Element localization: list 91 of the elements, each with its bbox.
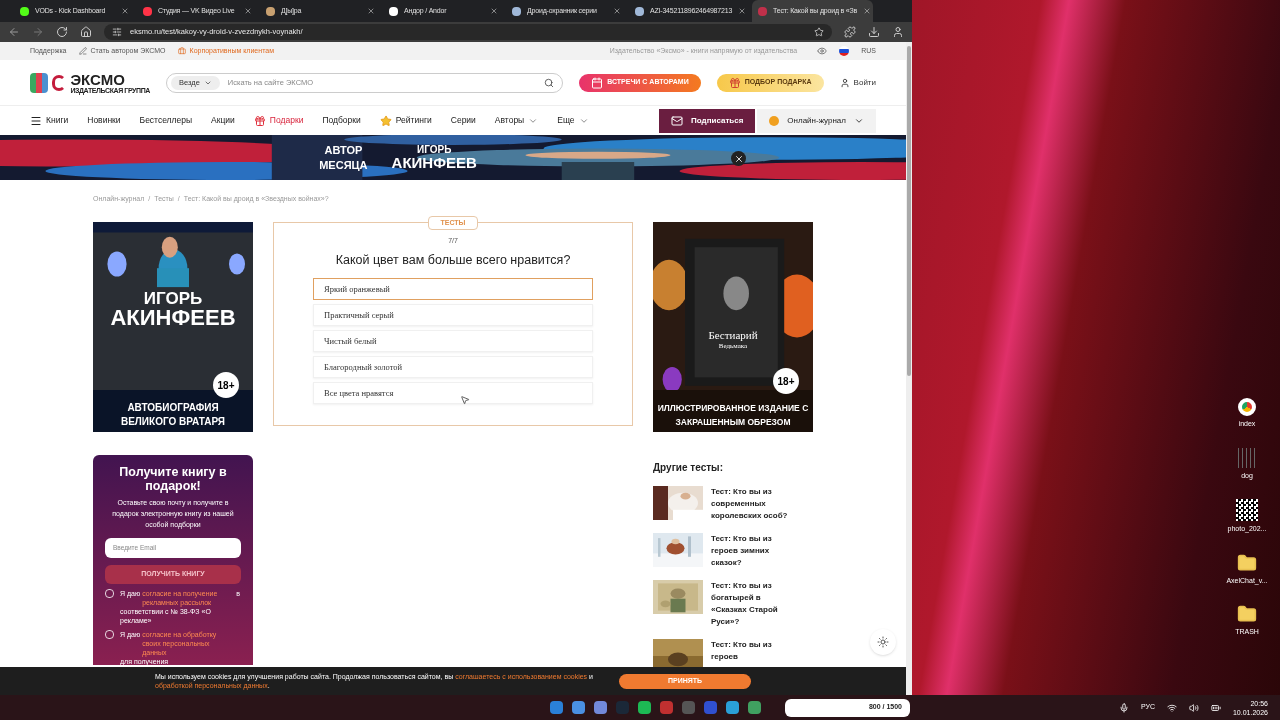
folder-icon bbox=[1236, 552, 1258, 573]
author-banner[interactable]: АВТОР МЕСЯЦА ИГОРЬ АКИНФЕЕВ bbox=[0, 135, 906, 180]
banner-name: АКИНФЕЕВ bbox=[391, 155, 477, 170]
nav-link[interactable]: Серии bbox=[450, 114, 476, 127]
microphone-icon[interactable] bbox=[1118, 702, 1129, 713]
close-icon[interactable] bbox=[613, 7, 621, 15]
flag-icon bbox=[839, 46, 850, 56]
reload-icon[interactable] bbox=[56, 26, 68, 38]
test-link[interactable]: Тест: Кто вы из героев зимних сказок? bbox=[653, 533, 813, 569]
nav-link[interactable]: Подборки bbox=[322, 114, 361, 127]
promo-title: Получите книгу в подарок! bbox=[118, 465, 228, 493]
gift-icon bbox=[253, 114, 266, 127]
calendar-icon bbox=[591, 76, 604, 89]
theme-button[interactable] bbox=[870, 629, 896, 655]
logo-text: ЭКСМО bbox=[70, 71, 126, 87]
wifi-icon[interactable] bbox=[1166, 702, 1177, 713]
search-icon[interactable] bbox=[544, 77, 555, 88]
section-title: Другие тесты: bbox=[653, 461, 724, 475]
chrome-icon bbox=[1238, 398, 1256, 416]
qr-code-icon bbox=[1236, 499, 1258, 521]
books-logo-icon bbox=[30, 72, 48, 93]
gift-icon bbox=[728, 76, 741, 89]
answer-option[interactable]: Практичный серый bbox=[313, 304, 593, 327]
journal-icon bbox=[769, 115, 780, 126]
test-title: Тест: Кто вы из героев bbox=[711, 639, 773, 663]
nav-link[interactable]: Книги bbox=[30, 114, 69, 127]
pen-icon bbox=[78, 47, 87, 55]
banner-text: МЕСЯЦА bbox=[319, 159, 368, 171]
app-icon[interactable] bbox=[726, 701, 739, 714]
app-icon[interactable] bbox=[550, 701, 563, 714]
user-icon bbox=[839, 77, 850, 88]
test-title: Тест: Кто вы из героев зимних сказок? bbox=[711, 533, 773, 569]
cover-title: Бестиарий bbox=[708, 330, 758, 341]
close-icon[interactable] bbox=[244, 7, 252, 15]
subscribe-button[interactable]: Подписаться bbox=[659, 108, 756, 133]
nav-link[interactable]: Акции bbox=[211, 114, 235, 127]
nav-link[interactable]: Подарки bbox=[253, 114, 304, 127]
banner-text: АВТОР bbox=[324, 144, 363, 156]
test-link[interactable]: Тест: Кто вы из современных королевских особ? bbox=[653, 486, 813, 522]
nav-link[interactable]: Бестселлеры bbox=[139, 114, 193, 127]
site-settings-icon bbox=[112, 27, 122, 37]
bookmark-icon[interactable] bbox=[814, 27, 824, 37]
app-icon[interactable] bbox=[660, 701, 673, 714]
close-icon bbox=[733, 153, 744, 164]
close-icon[interactable] bbox=[367, 7, 375, 15]
journal-button[interactable]: Онлайн-журнал bbox=[757, 108, 876, 133]
nav-link[interactable]: Рейтинги bbox=[379, 114, 432, 127]
nav-link[interactable]: Еще bbox=[557, 114, 589, 127]
app-icon[interactable] bbox=[572, 701, 585, 714]
cover-title: ИГОРЬ bbox=[143, 290, 203, 307]
answer-option[interactable]: Все цвета нравятся bbox=[313, 382, 593, 405]
star-icon bbox=[379, 114, 392, 127]
app-icon[interactable] bbox=[594, 701, 607, 714]
test-title: Тест: Кто вы из богатырей в «Сказках Старой Руси»? bbox=[711, 580, 779, 628]
answer-option[interactable]: Благородный золотой bbox=[313, 356, 593, 379]
battery-icon[interactable] bbox=[1210, 702, 1221, 713]
sun-icon bbox=[877, 636, 889, 648]
cover-title: АКИНФЕЕВ bbox=[110, 307, 236, 329]
nav-link[interactable]: Авторы bbox=[494, 114, 539, 127]
download-icon[interactable] bbox=[868, 26, 880, 38]
mail-icon bbox=[671, 114, 684, 127]
extensions-icon[interactable] bbox=[844, 26, 856, 38]
profile-icon[interactable] bbox=[892, 26, 904, 38]
briefcase-icon bbox=[177, 47, 186, 55]
eye-icon[interactable] bbox=[817, 46, 828, 56]
ad-caption: АВТОБИОГРАФИЯ ВЕЛИКОГО ВРАТАРЯ bbox=[119, 401, 227, 429]
close-icon[interactable] bbox=[490, 7, 498, 15]
nav-link[interactable]: Новинки bbox=[87, 114, 121, 127]
folder-icon bbox=[1236, 604, 1258, 624]
close-icon[interactable] bbox=[121, 7, 129, 15]
home-icon[interactable] bbox=[80, 26, 92, 38]
answer-option[interactable]: Яркий оранжевый bbox=[313, 278, 593, 301]
close-icon[interactable] bbox=[863, 7, 872, 15]
app-icon[interactable] bbox=[748, 701, 761, 714]
menu-icon bbox=[30, 114, 42, 127]
quiz-question: Какой цвет вам больше всего нравится? bbox=[335, 251, 571, 269]
app-icon[interactable] bbox=[704, 701, 717, 714]
back-icon[interactable] bbox=[8, 26, 20, 38]
checkbox[interactable] bbox=[105, 589, 114, 598]
book-ad[interactable]: ИГОРЬ АКИНФЕЕВ 18+ АВТОБИОГРАФИЯ ВЕЛИКОГО ВРАТАРЯ bbox=[93, 222, 253, 432]
test-title: Тест: Кто вы из современных королевских особ? bbox=[711, 486, 789, 522]
checkbox[interactable] bbox=[105, 630, 114, 639]
app-icon[interactable] bbox=[638, 701, 651, 714]
login-link[interactable]: Войти bbox=[839, 76, 876, 89]
answer-option[interactable]: Чистый белый bbox=[313, 330, 593, 353]
test-link[interactable]: Тест: Кто вы из богатырей в «Сказках Старой Руси»? bbox=[653, 580, 813, 628]
ad-caption: ИЛЛЮСТРИРОВАННОЕ ИЗДАНИЕ С ЗАКРАШЕННЫМ ОБРЕЗОМ bbox=[656, 402, 810, 429]
close-icon[interactable] bbox=[738, 7, 747, 15]
banner-name: ИГОРЬ bbox=[417, 145, 452, 155]
cursor-icon bbox=[460, 395, 470, 405]
volume-icon[interactable] bbox=[1188, 702, 1199, 713]
